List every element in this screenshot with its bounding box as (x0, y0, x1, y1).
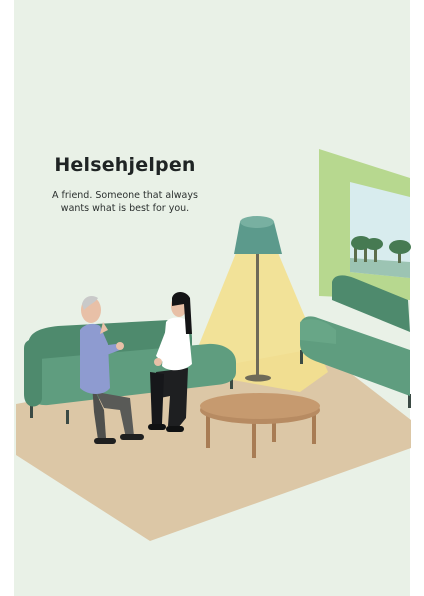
poster-title: Helsehjelpen (54, 154, 196, 176)
poster-tagline: A friend. Someone that always wants what… (40, 189, 210, 215)
poster-frame: Helsehjelpen A friend. Someone that alwa… (0, 0, 424, 596)
tagline-line-1: A friend. Someone that always (52, 190, 198, 201)
living-room-illustration (0, 0, 424, 596)
tagline-line-2: wants what is best for you. (60, 203, 190, 214)
